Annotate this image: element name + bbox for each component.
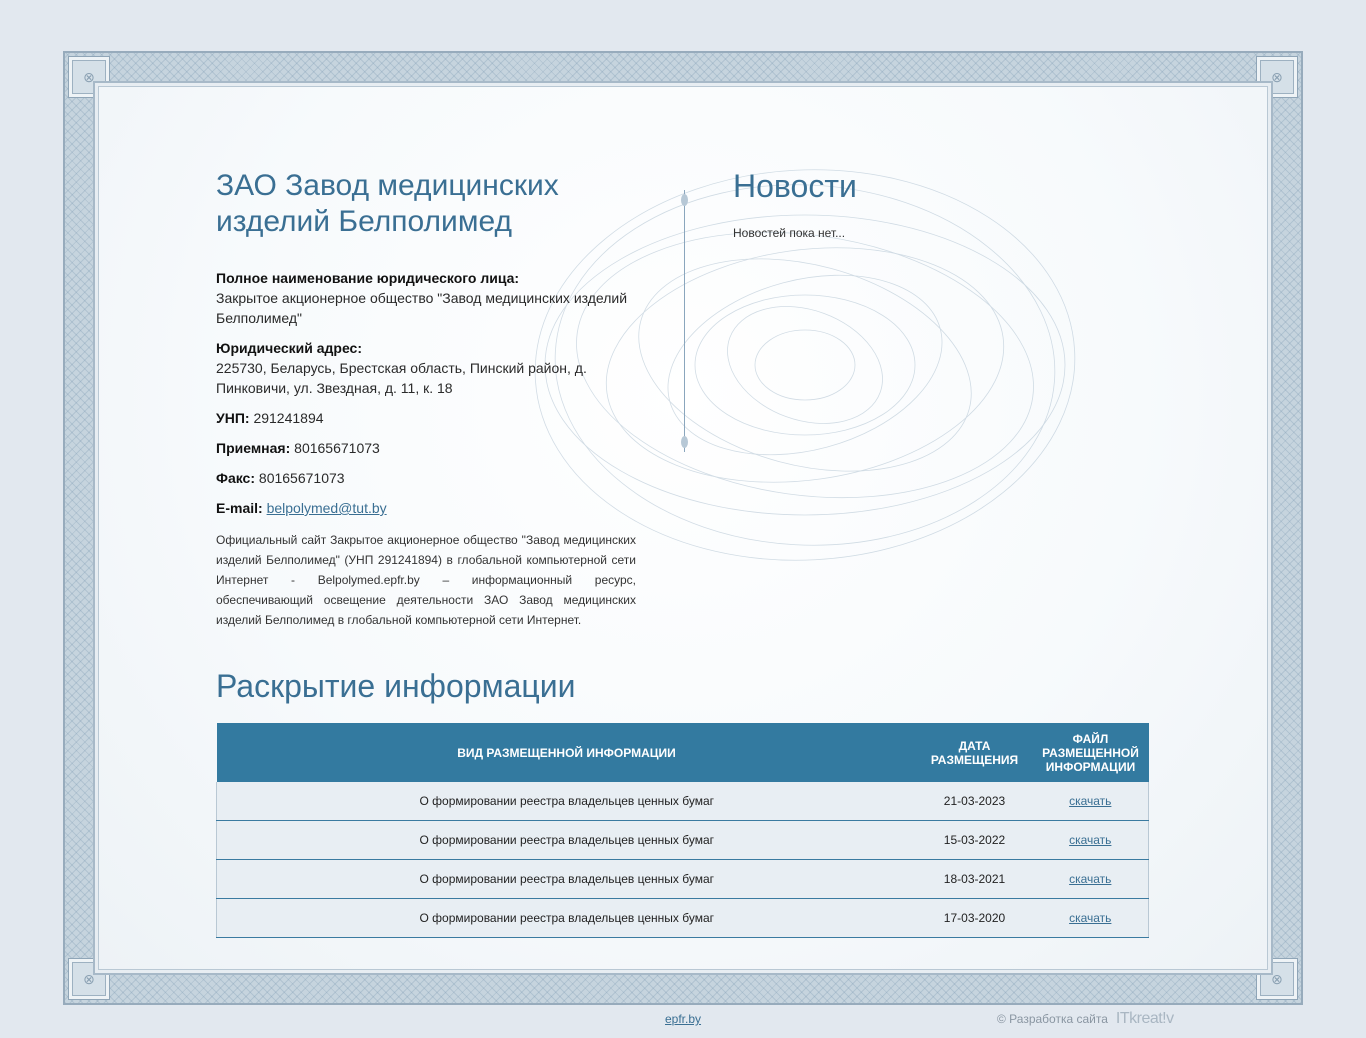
footer-epfr-link[interactable]: epfr.by <box>665 1012 701 1026</box>
row-type: О формировании реестра владельцев ценных… <box>216 820 917 860</box>
table-row: О формировании реестра владельцев ценных… <box>216 898 1149 938</box>
download-link[interactable]: скачать <box>1069 833 1111 847</box>
table-header-row: Вид размещенной информации Дата размещен… <box>216 723 1149 782</box>
row-type: О формировании реестра владельцев ценных… <box>216 859 917 899</box>
header-date: Дата размещения <box>916 723 1033 782</box>
row-date: 17-03-2020 <box>916 898 1033 938</box>
disclosure-title: Раскрытие информации <box>216 668 576 704</box>
row-date: 18-03-2021 <box>916 859 1033 899</box>
full-name-field: Полное наименование юридического лица: З… <box>216 268 636 328</box>
disclosure-table: Вид размещенной информации Дата размещен… <box>216 723 1149 938</box>
header-file: Файл размещенной информации <box>1032 723 1149 782</box>
row-file: скачать <box>1032 859 1149 899</box>
fax-field: Факс: 80165671073 <box>216 468 636 488</box>
row-file: скачать <box>1032 820 1149 860</box>
row-file: скачать <box>1032 898 1149 938</box>
table-row: О формировании реестра владельцев ценных… <box>216 859 1149 899</box>
reception-field: Приемная: 80165671073 <box>216 438 636 458</box>
email-label: E-mail: <box>216 500 263 516</box>
address-field: Юридический адрес: 225730, Беларусь, Бре… <box>216 338 636 398</box>
reception-label: Приемная: <box>216 440 291 456</box>
download-link[interactable]: скачать <box>1069 794 1111 808</box>
reception-value: 80165671073 <box>294 440 380 456</box>
unp-value: 291241894 <box>253 410 324 426</box>
email-link[interactable]: belpolymed@tut.by <box>267 500 387 516</box>
news-empty-text: Новостей пока нет... <box>733 226 846 240</box>
row-date: 15-03-2022 <box>916 820 1033 860</box>
download-link[interactable]: скачать <box>1069 872 1111 886</box>
address-value: 225730, Беларусь, Брестская область, Пин… <box>216 360 587 396</box>
news-title: Новости <box>733 168 857 204</box>
row-type: О формировании реестра владельцев ценных… <box>216 898 917 938</box>
fax-label: Факс: <box>216 470 256 486</box>
unp-field: УНП: 291241894 <box>216 408 636 428</box>
company-info: ЗАО Завод медицинских изделий Белполимед… <box>216 168 636 630</box>
table-row: О формировании реестра владельцев ценных… <box>216 782 1149 821</box>
table-row: О формировании реестра владельцев ценных… <box>216 820 1149 860</box>
row-file: скачать <box>1032 782 1149 821</box>
address-label: Юридический адрес: <box>216 340 362 356</box>
full-name-value: Закрытое акционерное общество "Завод мед… <box>216 290 628 326</box>
download-link[interactable]: скачать <box>1069 911 1111 925</box>
developer-credit: © Разработка сайта ITkreat!v <box>997 1010 1174 1028</box>
developer-logo[interactable]: ITkreat!v <box>1116 1010 1174 1028</box>
header-type: Вид размещенной информации <box>216 723 917 782</box>
unp-label: УНП: <box>216 410 250 426</box>
row-date: 21-03-2023 <box>916 782 1033 821</box>
fax-value: 80165671073 <box>258 470 345 486</box>
about-text: Официальный сайт Закрытое акционерное об… <box>216 533 636 627</box>
email-field: E-mail: belpolymed@tut.by <box>216 498 636 518</box>
column-divider <box>681 190 688 452</box>
developer-text: © Разработка сайта <box>997 1012 1108 1026</box>
company-title: ЗАО Завод медицинских изделий Белполимед <box>216 169 559 238</box>
row-type: О формировании реестра владельцев ценных… <box>216 782 917 821</box>
news-section: Новости Новостей пока нет... <box>733 168 1133 240</box>
full-name-label: Полное наименование юридического лица: <box>216 270 520 286</box>
